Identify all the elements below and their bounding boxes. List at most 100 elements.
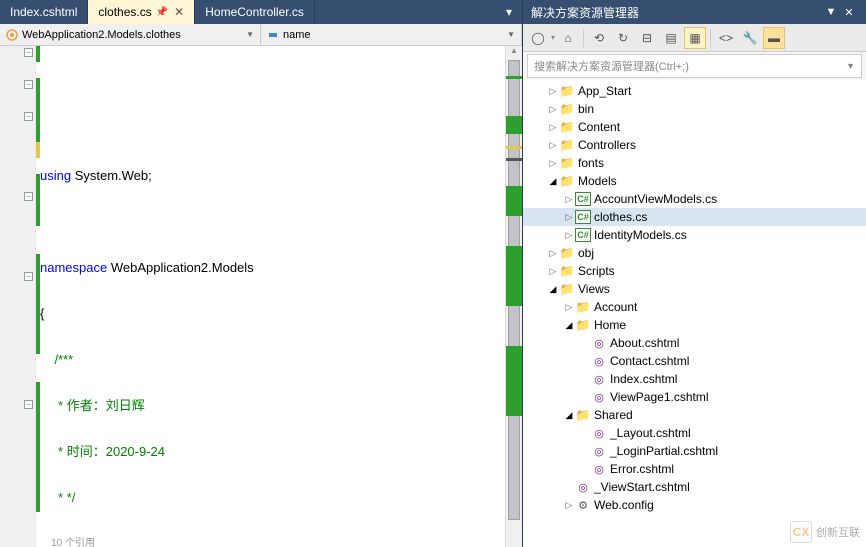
vertical-scrollbar[interactable]: ▲ xyxy=(505,46,522,547)
chevron-right-icon[interactable]: ▷ xyxy=(563,500,575,511)
tree-item[interactable]: ▷Account xyxy=(523,298,866,316)
folder-icon xyxy=(559,138,575,152)
tree-item[interactable]: ▷C#IdentityModels.cs xyxy=(523,226,866,244)
refresh-button[interactable]: ↻ xyxy=(612,27,634,49)
folder-icon xyxy=(559,84,575,98)
folder-icon xyxy=(559,156,575,170)
tree-item[interactable]: ▷fonts xyxy=(523,154,866,172)
fold-toggle[interactable]: − xyxy=(24,192,33,201)
tree-item[interactable]: ▷Web.config xyxy=(523,496,866,514)
tab-index-cshtml[interactable]: Index.cshtml xyxy=(0,0,88,24)
tree-item[interactable]: ▷ obj xyxy=(523,244,866,262)
panel-title-text: 解决方案资源管理器 xyxy=(531,4,639,21)
cshtml-file-icon xyxy=(591,354,607,368)
chevron-down-icon[interactable]: ◢ xyxy=(547,176,559,187)
folder-icon xyxy=(559,246,575,260)
tree-item-label: obj xyxy=(578,246,594,260)
tree-item[interactable]: ◢Home xyxy=(523,316,866,334)
tab-label: Index.cshtml xyxy=(10,5,77,19)
tree-item[interactable]: ◢Models xyxy=(523,172,866,190)
tab-homecontroller-cs[interactable]: HomeController.cs xyxy=(195,0,315,24)
code-comment: * 时间：2020-9-24 xyxy=(36,444,505,460)
sync-button[interactable]: ⟲ xyxy=(588,27,610,49)
folder-icon xyxy=(559,102,575,116)
chevron-right-icon[interactable]: ▷ xyxy=(547,248,559,259)
tree-item[interactable]: ▷C#clothes.cs xyxy=(523,208,866,226)
solution-tree[interactable]: ▷App_Start▷bin▷Content▷Controllers▷fonts… xyxy=(523,80,866,547)
chevron-right-icon[interactable]: ▷ xyxy=(547,104,559,115)
panel-dropdown-button[interactable]: ▼ xyxy=(822,6,840,18)
scroll-marker xyxy=(506,116,522,134)
tree-item[interactable]: Error.cshtml xyxy=(523,460,866,478)
tree-item-label: _LoginPartial.cshtml xyxy=(610,444,718,458)
code-area[interactable]: using System.Web; namespace WebApplicati… xyxy=(36,46,505,547)
tree-item[interactable]: ViewPage1.cshtml xyxy=(523,388,866,406)
home-button[interactable]: ⌂ xyxy=(557,27,579,49)
chevron-right-icon[interactable]: ▷ xyxy=(547,86,559,97)
change-marker xyxy=(36,174,40,226)
close-icon[interactable]: ✕ xyxy=(174,5,184,19)
chevron-right-icon[interactable]: ▷ xyxy=(563,212,575,223)
tree-item[interactable]: ▷Controllers xyxy=(523,136,866,154)
chevron-right-icon[interactable]: ▷ xyxy=(547,158,559,169)
tree-item[interactable]: ▷bin xyxy=(523,100,866,118)
tree-item-label: About.cshtml xyxy=(610,336,679,350)
scroll-marker xyxy=(506,346,522,416)
tree-item-label: IdentityModels.cs xyxy=(594,228,687,242)
properties-button[interactable]: 🔧 xyxy=(739,27,761,49)
tree-item[interactable]: ▷Scripts xyxy=(523,262,866,280)
chevron-right-icon[interactable]: ▷ xyxy=(547,140,559,151)
tree-item[interactable]: _ViewStart.cshtml xyxy=(523,478,866,496)
tree-item[interactable]: Index.cshtml xyxy=(523,370,866,388)
chevron-right-icon[interactable]: ▷ xyxy=(563,302,575,313)
tree-item[interactable]: ▷App_Start xyxy=(523,82,866,100)
panel-close-button[interactable]: ✕ xyxy=(840,6,858,19)
collapse-all-button[interactable]: ⊟ xyxy=(636,27,658,49)
back-button[interactable]: ◯ xyxy=(527,27,549,49)
codelens-references[interactable]: 10 个引用 xyxy=(36,536,505,547)
tree-item-label: _ViewStart.cshtml xyxy=(594,480,690,494)
tree-item[interactable]: _LoginPartial.cshtml xyxy=(523,442,866,460)
chevron-down-icon: ▼ xyxy=(246,30,254,39)
class-dropdown[interactable]: WebApplication2.Models.clothes ▼ xyxy=(0,24,261,45)
search-dropdown-icon[interactable]: ▼ xyxy=(846,61,855,71)
member-dropdown-label: name xyxy=(283,29,311,41)
search-placeholder: 搜索解决方案资源管理器(Ctrl+;) xyxy=(534,58,689,74)
solution-toolbar: ◯ ▾ ⌂ ⟲ ↻ ⊟ ▤ ▦ <> 🔧 ▬ xyxy=(523,24,866,52)
preview-button[interactable]: ▦ xyxy=(684,27,706,49)
tab-overflow-button[interactable]: ▾ xyxy=(496,0,522,24)
fold-toggle[interactable]: − xyxy=(24,400,33,409)
chevron-down-icon[interactable]: ◢ xyxy=(547,284,559,295)
unknown-toggle-button[interactable]: ▬ xyxy=(763,27,785,49)
view-code-button[interactable]: <> xyxy=(715,27,737,49)
chevron-down-icon[interactable]: ◢ xyxy=(563,320,575,331)
tree-item[interactable]: _Layout.cshtml xyxy=(523,424,866,442)
tree-item-label: Error.cshtml xyxy=(610,462,674,476)
member-dropdown[interactable]: name ▼ xyxy=(261,24,522,45)
cshtml-file-icon xyxy=(591,372,607,386)
solution-search-input[interactable]: 搜索解决方案资源管理器(Ctrl+;) ▼ xyxy=(527,54,862,78)
chevron-right-icon[interactable]: ▷ xyxy=(563,194,575,205)
tree-item[interactable]: ▷C#AccountViewModels.cs xyxy=(523,190,866,208)
fold-toggle[interactable]: − xyxy=(24,112,33,121)
show-all-files-button[interactable]: ▤ xyxy=(660,27,682,49)
tree-item[interactable]: ◢Shared xyxy=(523,406,866,424)
scroll-up-button[interactable]: ▲ xyxy=(506,46,522,60)
tree-item[interactable]: ▷Content xyxy=(523,118,866,136)
chevron-right-icon[interactable]: ▷ xyxy=(563,230,575,241)
tree-item[interactable]: About.cshtml xyxy=(523,334,866,352)
folder-icon xyxy=(559,282,575,296)
code-editor[interactable]: − − − − − − using System.Web; namespace … xyxy=(0,46,522,547)
fold-toggle[interactable]: − xyxy=(24,80,33,89)
tab-label: HomeController.cs xyxy=(205,5,304,19)
pin-icon[interactable]: 📌 xyxy=(156,7,168,18)
tree-item[interactable]: ◢Views xyxy=(523,280,866,298)
tree-item-label: AccountViewModels.cs xyxy=(594,192,717,206)
fold-toggle[interactable]: − xyxy=(24,272,33,281)
fold-toggle[interactable]: − xyxy=(24,48,33,57)
tab-clothes-cs[interactable]: clothes.cs 📌 ✕ xyxy=(88,0,195,24)
chevron-down-icon[interactable]: ◢ xyxy=(563,410,575,421)
tree-item[interactable]: Contact.cshtml xyxy=(523,352,866,370)
chevron-right-icon[interactable]: ▷ xyxy=(547,122,559,133)
chevron-right-icon[interactable]: ▷ xyxy=(547,266,559,277)
